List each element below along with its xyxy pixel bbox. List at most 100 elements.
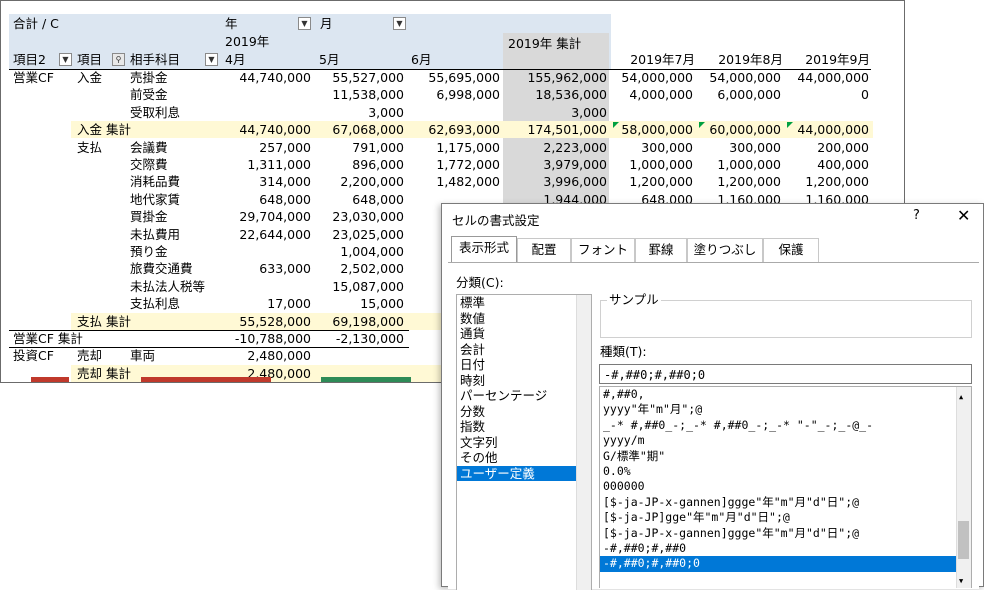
col-header-jun: 6月 bbox=[411, 52, 432, 67]
value-cell: 44,740,000 bbox=[239, 122, 311, 138]
scroll-down-arrow-icon[interactable]: ▼ bbox=[959, 577, 963, 585]
scroll-up-arrow-icon[interactable]: ▲ bbox=[959, 393, 963, 401]
tab-alignment[interactable]: 配置 bbox=[517, 238, 571, 262]
value-cell: 1,000,000 bbox=[629, 157, 693, 172]
value-cell: 155,962,000 bbox=[527, 70, 607, 85]
scroll-thumb[interactable] bbox=[958, 521, 969, 559]
sheet-tab[interactable] bbox=[31, 377, 69, 382]
row-field-item: 項目 bbox=[77, 52, 103, 67]
error-indicator-icon[interactable] bbox=[787, 122, 793, 129]
value-cell: 2,223,000 bbox=[543, 139, 607, 155]
account-label: 交際費 bbox=[130, 157, 168, 172]
tab-font[interactable]: フォント bbox=[571, 238, 635, 262]
value-cell: 67,068,000 bbox=[332, 122, 404, 138]
value-cell: 174,501,000 bbox=[527, 122, 607, 138]
account-label: 会議費 bbox=[130, 139, 168, 155]
category-item[interactable]: 会計 bbox=[457, 342, 576, 358]
row-group2-label: 営業CF bbox=[13, 70, 54, 85]
account-label: 前受金 bbox=[130, 87, 168, 103]
row-group1-label: 支払 集計 bbox=[77, 313, 131, 329]
col-header-jul: 2019年7月 bbox=[630, 52, 695, 67]
format-item[interactable]: 0.0% bbox=[600, 464, 956, 479]
format-list[interactable]: #,##0, yyyy"年"m"月";@ _-* #,##0_-;_-* #,##0… bbox=[599, 386, 972, 588]
category-item[interactable]: 時刻 bbox=[457, 373, 576, 389]
sheet-tabs[interactable] bbox=[1, 377, 441, 382]
value-cell: 3,000 bbox=[368, 104, 404, 120]
tab-fill[interactable]: 塗りつぶし bbox=[687, 238, 763, 262]
item-filter-dropdown[interactable]: ⚲ bbox=[112, 53, 125, 66]
category-item[interactable]: 通貨 bbox=[457, 326, 576, 342]
value-cell: 44,000,000 bbox=[797, 70, 869, 85]
tab-border[interactable]: 罫線 bbox=[635, 238, 687, 262]
row-field-item2: 項目2 bbox=[13, 52, 46, 67]
value-cell: 1,000,000 bbox=[717, 157, 781, 172]
category-item[interactable]: 標準 bbox=[457, 295, 576, 311]
col-header-aug: 2019年8月 bbox=[718, 52, 783, 67]
format-item[interactable]: G/標準"期" bbox=[600, 449, 956, 464]
value-cell: 17,000 bbox=[267, 296, 311, 312]
format-item[interactable]: 000000 bbox=[600, 479, 956, 494]
sheet-tab[interactable] bbox=[141, 377, 271, 382]
dialog-title: セルの書式設定 bbox=[452, 213, 540, 228]
category-scrollbar[interactable] bbox=[576, 295, 591, 590]
category-item[interactable]: 分数 bbox=[457, 404, 576, 420]
format-item[interactable]: -#,##0;#,##0 bbox=[600, 541, 956, 556]
month-filter-dropdown[interactable]: ▼ bbox=[393, 17, 406, 30]
format-item[interactable]: _-* #,##0_-;_-* #,##0_-;_-* "-"_-;_-@_- bbox=[600, 418, 956, 433]
format-item[interactable]: yyyy"年"m"月";@ bbox=[600, 402, 956, 417]
value-cell: 1,175,000 bbox=[436, 139, 500, 155]
row-group1-label: 支払 bbox=[77, 139, 103, 155]
sheet-tab[interactable] bbox=[321, 377, 411, 382]
value-cell: 1,200,000 bbox=[717, 174, 781, 190]
value-cell: 1,482,000 bbox=[436, 174, 500, 190]
tab-number[interactable]: 表示形式 bbox=[451, 236, 517, 263]
year-filter-dropdown[interactable]: ▼ bbox=[298, 17, 311, 30]
value-cell: 55,528,000 bbox=[239, 313, 311, 329]
format-item[interactable]: [$-ja-JP-x-gannen]ggge"年"m"月"d"日";@ bbox=[600, 526, 956, 541]
type-input[interactable]: -#,##0;#,##0;0 bbox=[599, 364, 972, 384]
value-cell: 29,704,000 bbox=[239, 209, 311, 225]
format-item[interactable]: #,##0, bbox=[600, 387, 956, 402]
category-item[interactable]: 文字列 bbox=[457, 435, 576, 451]
category-item[interactable]: 日付 bbox=[457, 357, 576, 373]
value-cell: 6,998,000 bbox=[436, 87, 500, 103]
category-item[interactable]: パーセンテージ bbox=[457, 388, 576, 404]
sample-label: サンプル bbox=[607, 291, 661, 308]
help-button[interactable]: ? bbox=[913, 208, 920, 223]
close-button[interactable]: ✕ bbox=[957, 206, 970, 225]
account-label: 売掛金 bbox=[130, 70, 168, 85]
format-item[interactable]: -#,##0;#,##0;0 bbox=[600, 556, 956, 572]
value-cell: 55,527,000 bbox=[332, 70, 404, 85]
value-cell: 400,000 bbox=[817, 157, 869, 172]
format-scrollbar[interactable]: ▲ ▼ bbox=[956, 387, 971, 588]
error-indicator-icon[interactable] bbox=[613, 122, 619, 129]
category-item[interactable]: 数値 bbox=[457, 311, 576, 327]
tab-protection[interactable]: 保護 bbox=[763, 238, 819, 262]
value-cell: 54,000,000 bbox=[709, 70, 781, 85]
value-cell: 3,996,000 bbox=[543, 174, 607, 190]
account-label: 受取利息 bbox=[130, 104, 181, 120]
format-item[interactable]: [$-ja-JP-x-gannen]ggge"年"m"月"d"日";@ bbox=[600, 495, 956, 510]
account-label: 消耗品費 bbox=[130, 174, 181, 190]
category-list[interactable]: 標準 数値 通貨 会計 日付 時刻 パーセンテージ 分数 指数 文字列 その他 ユーザー定義 bbox=[456, 294, 592, 590]
error-indicator-icon[interactable] bbox=[699, 122, 705, 129]
category-item[interactable]: 指数 bbox=[457, 419, 576, 435]
account-filter-dropdown[interactable]: ▼ bbox=[205, 53, 218, 66]
format-item[interactable]: [$-ja-JP]gge"年"m"月"d"日";@ bbox=[600, 510, 956, 525]
value-cell: 200,000 bbox=[817, 139, 869, 155]
format-item[interactable]: yyyy/m bbox=[600, 433, 956, 448]
category-item[interactable]: その他 bbox=[457, 450, 576, 466]
value-cell: 54,000,000 bbox=[621, 70, 693, 85]
row-group1-label: 入金 bbox=[77, 70, 103, 85]
account-label: 買掛金 bbox=[130, 209, 168, 225]
account-label: 未払法人税等 bbox=[130, 278, 206, 294]
item2-filter-dropdown[interactable]: ▼ bbox=[59, 53, 72, 66]
value-cell: 2,480,000 bbox=[247, 348, 311, 364]
value-cell: 11,538,000 bbox=[332, 87, 404, 103]
value-cell: 22,644,000 bbox=[239, 226, 311, 242]
value-cell: 58,000,000 bbox=[621, 122, 693, 138]
format-cells-dialog: セルの書式設定 ? ✕ 表示形式 配置 フォント 罫線 塗りつぶし 保護 分類(… bbox=[441, 203, 984, 590]
value-cell: 4,000,000 bbox=[629, 87, 693, 103]
value-cell: 23,030,000 bbox=[332, 209, 404, 225]
category-item[interactable]: ユーザー定義 bbox=[457, 465, 576, 481]
